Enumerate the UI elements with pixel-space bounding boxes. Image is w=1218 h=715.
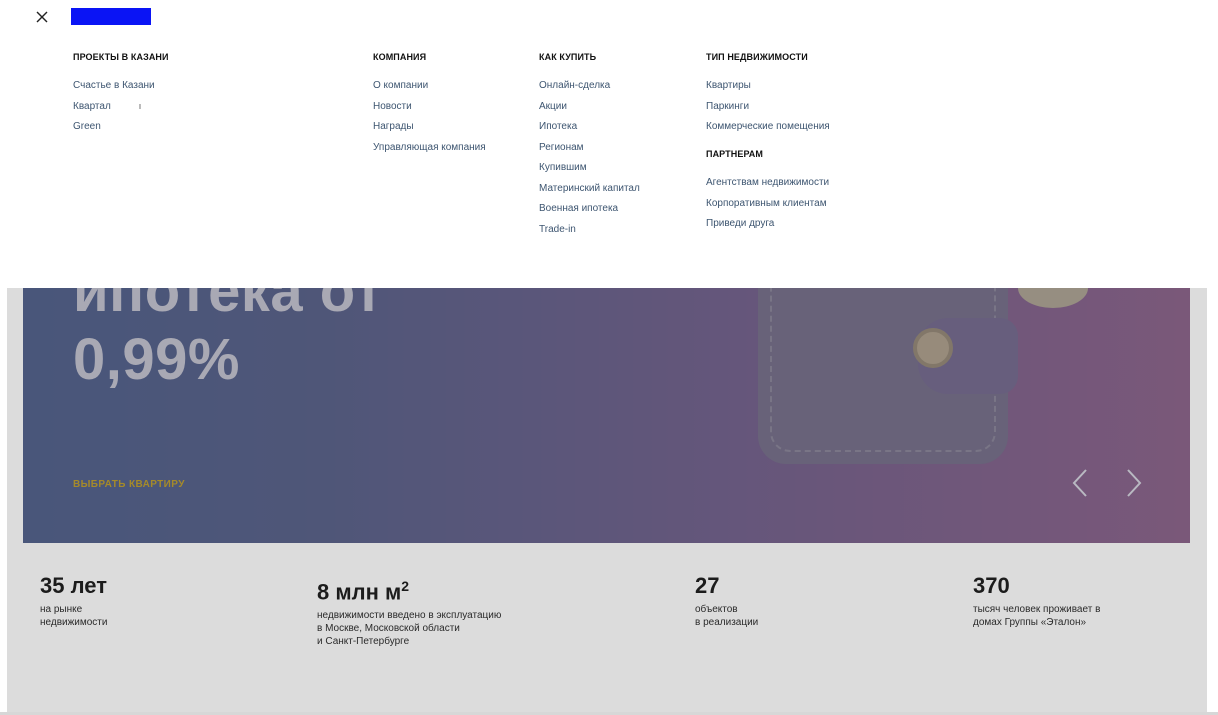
menu-item[interactable]: Регионам [539,141,640,154]
stat-value-sup: 2 [401,578,410,594]
stat-value: 35 лет [40,573,107,598]
menu-item[interactable]: Паркинги [706,100,830,113]
menu-item[interactable]: Приведи друга [706,217,830,230]
menu-item[interactable]: Квартал ı [73,100,169,113]
choose-apartment-link[interactable]: ВЫБРАТЬ КВАРТИРУ [73,479,185,490]
chevron-left-icon[interactable] [1071,468,1091,498]
menu-item[interactable]: О компании [373,79,486,92]
menu-column-property-type: ТИП НЕДВИЖИМОСТИ Квартиры Паркинги Комме… [706,50,830,238]
menu-item[interactable]: Военная ипотека [539,202,640,215]
page-edge [0,288,7,715]
menu-item[interactable]: Green [73,120,169,133]
menu-item[interactable]: Награды [373,120,486,133]
menu-column-how-to-buy: КАК КУПИТЬ Онлайн-сделка Акции Ипотека Р… [539,50,640,243]
menu-item[interactable]: Коммерческие помещения [706,120,830,133]
menu-item[interactable]: Trade-in [539,223,640,236]
column-title: ПРОЕКТЫ В КАЗАНИ [73,52,169,62]
column-title: КОМПАНИЯ [373,52,427,62]
hero-banner: ипотека от 0,99% ВЫБРАТЬ КВАРТИРУ [23,288,1190,543]
menu-item[interactable]: Онлайн-сделка [539,79,640,92]
stats-row: 35 лет на рынке недвижимости 8 млн м2 не… [7,560,1207,680]
menu-item[interactable]: Акции [539,100,640,113]
stat-years: 35 лет на рынке недвижимости [40,572,107,629]
cursor-mark: ı [138,100,142,111]
mega-menu: ПРОЕКТЫ В КАЗАНИ Счастье в Казани Кварта… [0,0,1218,288]
stat-caption: недвижимости введено в эксплуатацию в Мо… [317,610,502,648]
hero-title: ипотека от 0,99% [73,288,383,394]
stat-area: 8 млн м2 недвижимости введено в эксплуат… [317,572,501,648]
menu-item[interactable]: Новости [373,100,486,113]
stat-residents: 370 тысяч человек проживает в домах Груп… [973,572,1100,629]
menu-column-company: КОМПАНИЯ О компании Новости Награды Упра… [373,50,486,161]
column-title-partners: ПАРТНЕРАМ [706,149,763,159]
menu-item[interactable]: Квартиры [706,79,830,92]
menu-item[interactable]: Ипотека [539,120,640,133]
column-title: ТИП НЕДВИЖИМОСТИ [706,52,808,62]
menu-item[interactable]: Счастье в Казани [73,79,169,92]
stat-value: 370 [973,573,1010,598]
hero-title-line1: ипотека от [73,288,384,324]
menu-item[interactable]: Корпоративным клиентам [706,197,830,210]
menu-item[interactable]: Управляющая компания [373,141,486,154]
stat-value: 8 млн м2 [317,572,501,606]
logo[interactable] [71,8,151,25]
stat-objects: 27 объектов в реализации [695,572,758,629]
close-icon[interactable] [34,9,50,25]
menu-item[interactable]: Купившим [539,161,640,174]
menu-item[interactable]: Материнский капитал [539,182,640,195]
stat-caption: тысяч человек проживает в домах Группы «… [973,604,1101,628]
stat-caption: объектов в реализации [695,604,759,628]
menu-column-projects: ПРОЕКТЫ В КАЗАНИ Счастье в Казани Кварта… [73,50,169,141]
stat-value: 27 [695,573,720,598]
chevron-right-icon[interactable] [1123,468,1143,498]
hero-title-line2: 0,99% [73,327,240,392]
stat-caption: на рынке недвижимости [40,604,108,628]
menu-item[interactable]: Агентствам недвижимости [706,176,830,189]
stat-value-text: 8 млн м [317,579,402,605]
menu-item-label: Квартал [73,100,111,112]
column-title: КАК КУПИТЬ [539,52,597,62]
